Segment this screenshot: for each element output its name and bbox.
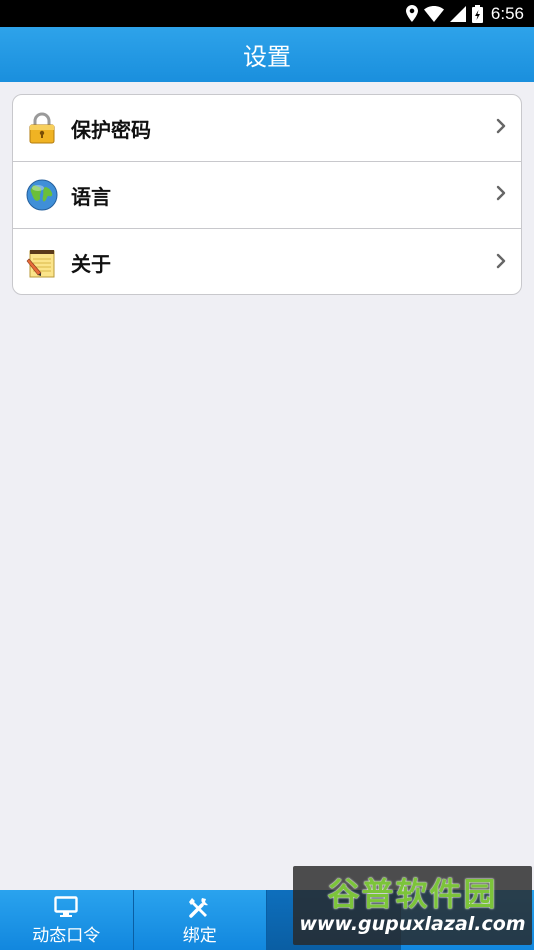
app-bar: 设置 [0,27,534,82]
watermark: 谷普软件园 www.gupuxlazal.com [293,866,532,945]
status-bar: 6:56 [0,0,534,27]
location-icon [405,5,418,22]
tab-label: 动态口令 [32,925,101,946]
page-title: 设置 [243,43,291,71]
tab-label: 绑定 [182,925,217,946]
status-time: 6:56 [490,3,524,23]
chevron-right-icon [495,185,507,205]
signal-icon [449,5,466,22]
settings-item-label: 关于 [71,252,111,276]
tools-icon [188,895,212,919]
battery-icon [471,4,483,23]
wifi-icon [423,5,444,22]
settings-item-label: 语言 [71,184,111,209]
watermark-url: www.gupuxlazal.com [299,912,526,935]
settings-item-language[interactable]: 语言 [13,162,521,229]
settings-list: 保护密码 语言 关于 [12,94,522,295]
settings-item-about[interactable]: 关于 [13,229,521,294]
monitor-icon [54,895,78,919]
tab-bind[interactable]: 绑定 [133,890,267,950]
settings-item-password[interactable]: 保护密码 [13,95,521,162]
padlock-icon [26,112,58,144]
tab-dynamic-password[interactable]: 动态口令 [0,890,134,950]
watermark-title: 谷普软件园 [327,874,498,913]
notepad-icon [26,247,58,279]
chevron-right-icon [495,118,507,138]
settings-item-label: 保护密码 [71,117,151,142]
globe-icon [26,179,58,211]
chevron-right-icon [495,253,507,273]
